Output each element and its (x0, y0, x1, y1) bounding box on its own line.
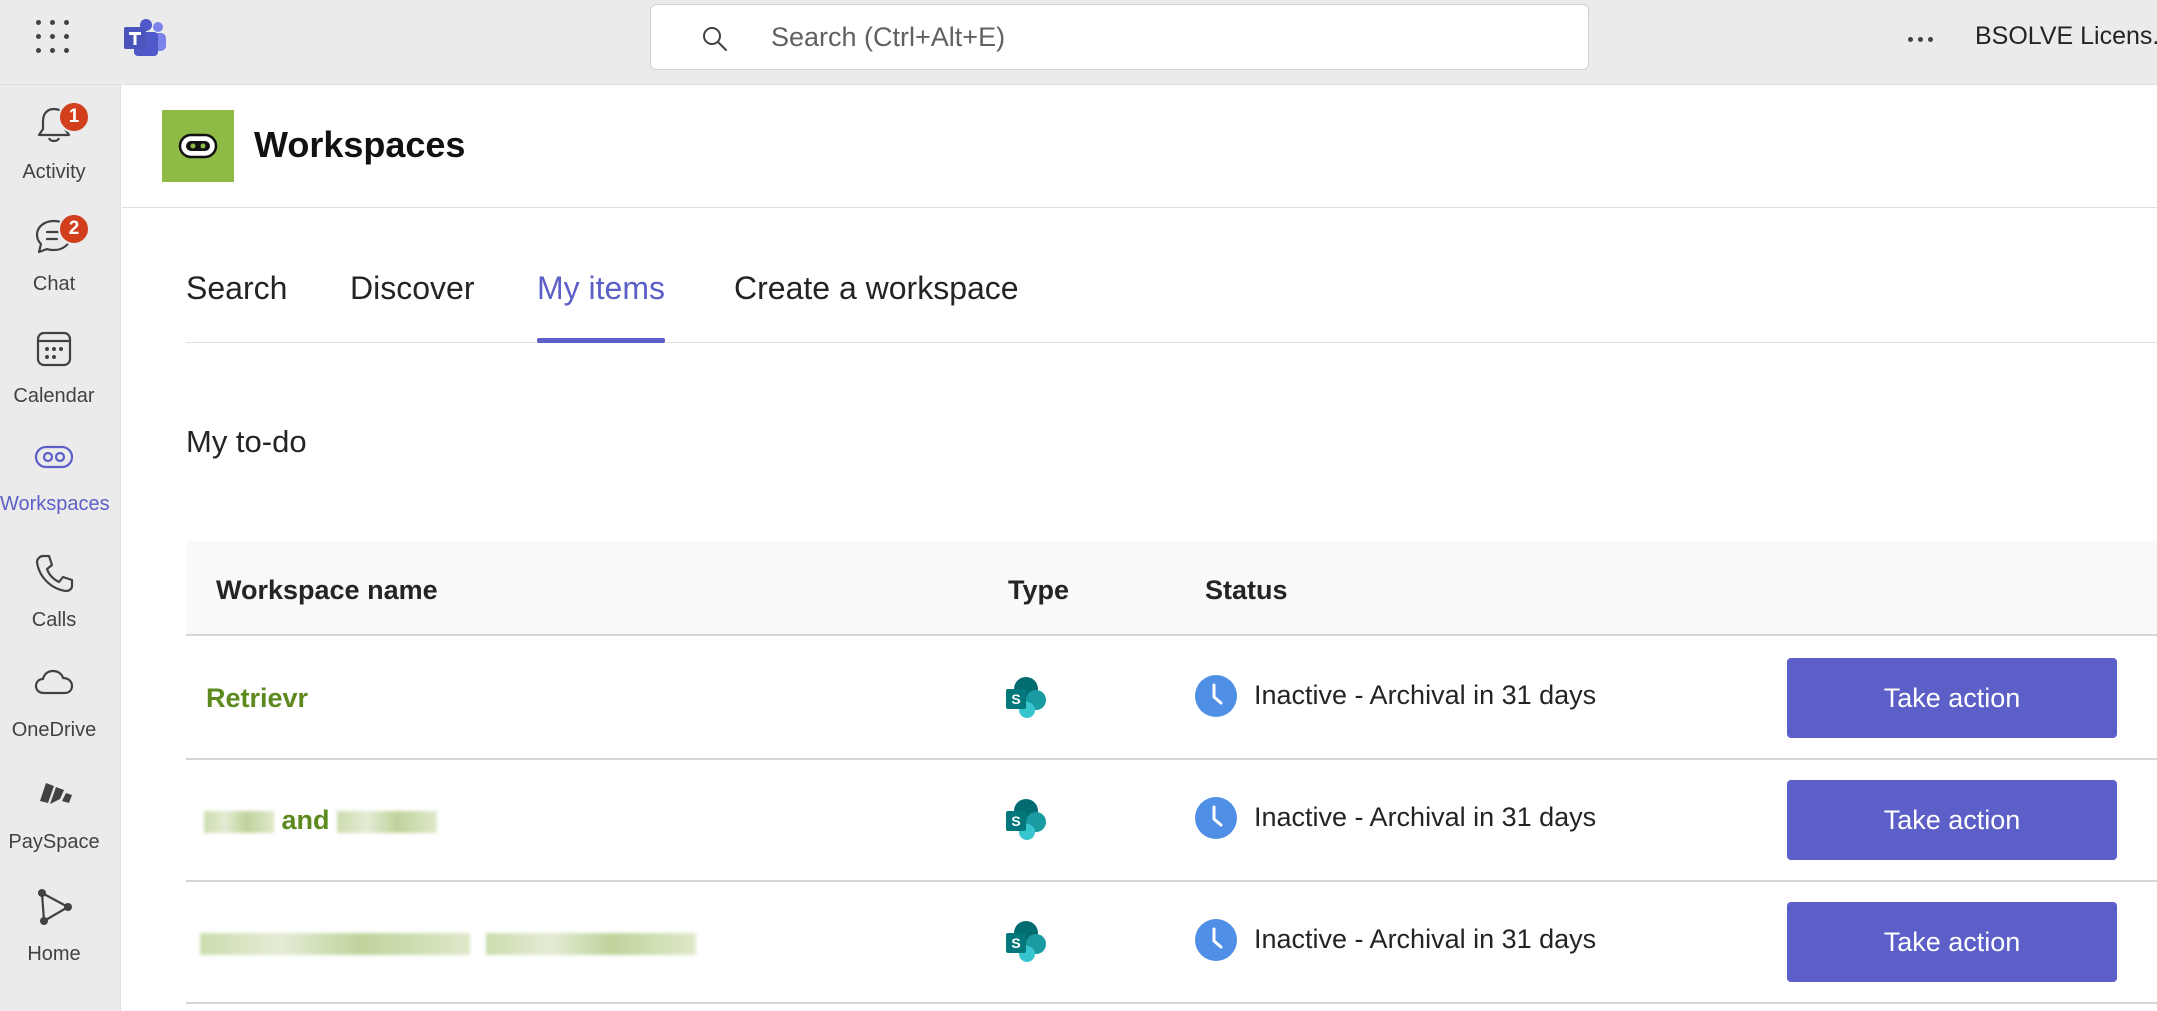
rail-label: PaySpace (8, 831, 100, 853)
home-icon (38, 889, 72, 925)
column-header-status[interactable]: Status (1205, 575, 1288, 606)
rail-item-calendar[interactable]: Calendar (0, 315, 121, 415)
take-action-button[interactable]: Take action (1787, 658, 2117, 738)
tab-search[interactable]: Search (186, 270, 287, 343)
page-title: Workspaces (254, 124, 466, 165)
workspaces-icon (34, 445, 74, 469)
sharepoint-icon: S (1006, 921, 1046, 962)
column-header-type[interactable]: Type (1008, 575, 1069, 606)
phone-icon (35, 554, 74, 593)
account-name[interactable]: BSOLVE Licens... (1975, 22, 2157, 51)
workspace-name-part: and (281, 805, 330, 835)
rail-item-calls[interactable]: Calls (0, 539, 121, 639)
rail-label: Chat (32, 273, 76, 295)
table-row: Retrievr S Inactive - Archival in 31 day… (186, 638, 2157, 760)
activity-badge: 1 (58, 101, 90, 133)
app-header: Workspaces (122, 86, 2157, 208)
top-bar: BSOLVE Licens... (0, 0, 2157, 85)
sharepoint-icon: S (1006, 677, 1046, 718)
column-header-name[interactable]: Workspace name (216, 575, 438, 606)
search-icon (703, 27, 727, 51)
payspace-icon (40, 783, 72, 804)
tab-create-workspace[interactable]: Create a workspace (734, 270, 1019, 343)
sharepoint-icon: S (1006, 799, 1046, 840)
tab-bar: Search Discover My items Create a worksp… (186, 250, 2157, 343)
rail-item-chat[interactable]: 2 Chat (0, 203, 121, 303)
tab-discover[interactable]: Discover (350, 270, 474, 343)
workspaces-logo-icon (178, 133, 218, 159)
workspace-name-link[interactable] (200, 927, 696, 958)
redacted-text (200, 932, 470, 955)
rail-label: OneDrive (11, 719, 97, 741)
calendar-icon (36, 331, 72, 367)
take-action-button[interactable]: Take action (1787, 780, 2117, 860)
section-title: My to-do (186, 424, 307, 459)
svg-text:S: S (1011, 813, 1020, 829)
workspace-name-link[interactable]: Retrievr (206, 683, 308, 714)
more-options-icon[interactable] (1900, 24, 1940, 54)
rail-item-workspaces[interactable]: Workspaces (0, 423, 121, 523)
rail-item-home[interactable]: Home (0, 873, 121, 973)
rail-label: Workspaces (0, 493, 110, 515)
clock-icon (1195, 797, 1237, 839)
rail-label: Activity (22, 161, 86, 183)
table-header: Workspace name Type Status (186, 541, 2157, 636)
workspace-name-link[interactable]: and (204, 805, 438, 836)
rail-label: Calendar (13, 385, 95, 407)
svg-text:S: S (1011, 691, 1020, 707)
take-action-button[interactable]: Take action (1787, 902, 2117, 982)
table-row: S Inactive - Archival in 31 days Take ac… (186, 882, 2157, 1004)
table-row: and S Inactive - Archival in 31 days Tak… (186, 760, 2157, 882)
left-rail: 1 Activity 2 Chat Calendar Workspaces Ca… (0, 85, 121, 1011)
search-box[interactable] (650, 4, 1589, 70)
svg-text:S: S (1011, 935, 1020, 951)
rail-item-payspace[interactable]: PaySpace (0, 761, 121, 861)
redacted-text (485, 932, 696, 955)
redacted-text (337, 810, 438, 833)
status-text: Inactive - Archival in 31 days (1254, 680, 1597, 710)
clock-icon (1195, 919, 1237, 961)
chat-badge: 2 (58, 213, 90, 245)
workspaces-app-logo (162, 110, 234, 182)
rail-label: Calls (31, 609, 77, 631)
teams-logo-icon (124, 19, 166, 56)
rail-label: Home (27, 943, 81, 965)
rail-item-activity[interactable]: 1 Activity (0, 91, 121, 191)
clock-icon (1195, 675, 1237, 717)
app-launcher-icon[interactable] (36, 20, 70, 54)
status-text: Inactive - Archival in 31 days (1254, 802, 1597, 832)
rail-item-onedrive[interactable]: OneDrive (0, 649, 121, 749)
redacted-text (204, 810, 274, 833)
status-text: Inactive - Archival in 31 days (1254, 924, 1597, 954)
cloud-icon (34, 669, 74, 695)
tab-my-items[interactable]: My items (537, 270, 665, 343)
search-input[interactable] (771, 15, 1551, 59)
